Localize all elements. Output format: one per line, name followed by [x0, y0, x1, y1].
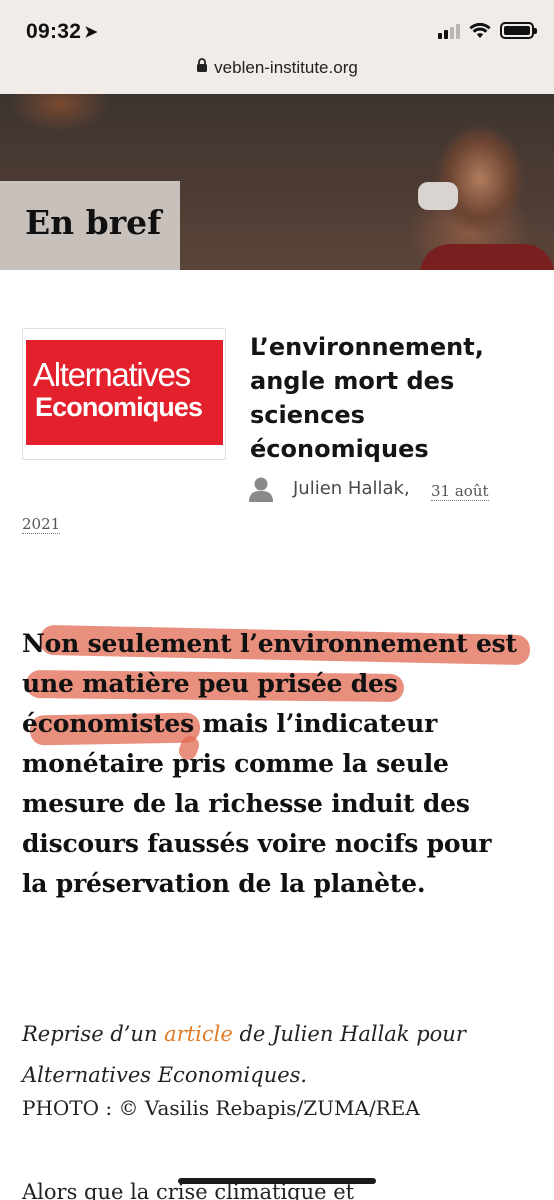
lead-line: monétaire pris comme la seule: [22, 749, 449, 778]
publish-date-year: 2021: [22, 515, 61, 534]
url-bar[interactable]: veblen-institute.org: [0, 58, 554, 78]
url-text: veblen-institute.org: [214, 58, 358, 77]
lead-line: la préservation de la planète.: [22, 869, 426, 898]
lock-icon: [197, 58, 208, 72]
lead-line: discours faussés voire nocifs pour: [22, 829, 492, 858]
logo-line-1: Alternatives: [33, 356, 191, 393]
article-thumbnail[interactable]: Alternatives Economiques: [22, 328, 226, 460]
author-name[interactable]: Julien Hallak,: [293, 478, 410, 499]
credit-prefix: Reprise d’un: [22, 1022, 165, 1046]
title-line: L’environnement,: [250, 333, 484, 361]
lead-line: une matière peu prisée des: [22, 669, 398, 698]
title-line: sciences: [250, 401, 365, 429]
status-icons: [438, 22, 537, 39]
hero-label: En bref: [25, 203, 162, 242]
credit-line-1: Reprise d’un article de Julien Hallak po…: [22, 1014, 542, 1055]
user-icon: [249, 477, 273, 502]
battery-icon: [500, 22, 537, 39]
home-indicator[interactable]: [178, 1178, 376, 1184]
publish-date-day: 31 août: [431, 482, 489, 501]
title-line: angle mort des: [250, 367, 455, 395]
hero-photo-shirt: [420, 244, 554, 270]
photo-credit: PHOTO : © Vasilis Rebapis/ZUMA/REA: [22, 1096, 420, 1120]
reprint-credit: Reprise d’un article de Julien Hallak po…: [22, 1014, 542, 1096]
credit-line-2: Alternatives Economiques.: [22, 1063, 308, 1087]
status-time-text: 09:32: [26, 20, 82, 43]
title-line: économiques: [250, 435, 429, 463]
lead-line: économistes mais l’indicateur: [22, 709, 438, 738]
browser-chrome: 09:32 ➤ veblen-institute.org: [0, 0, 554, 94]
article-link[interactable]: article: [164, 1022, 233, 1046]
hero-banner: En bref: [0, 94, 554, 270]
hero-label-box: En bref: [0, 181, 180, 270]
hero-photo-mask: [418, 182, 458, 210]
status-time: 09:32 ➤: [26, 20, 98, 44]
article-title[interactable]: L’environnement, angle mort des sciences…: [250, 330, 540, 466]
location-arrow-icon: ➤: [84, 24, 98, 41]
cellular-signal-icon: [438, 23, 460, 39]
wifi-icon: [469, 22, 491, 38]
alternatives-economiques-logo: Alternatives Economiques: [26, 340, 223, 445]
credit-suffix: de Julien Hallak pour: [232, 1022, 466, 1046]
lead-paragraph: Non seulement l’environnement est une ma…: [22, 624, 542, 904]
logo-line-2: Economiques: [35, 392, 203, 422]
lead-line: Non seulement l’environnement est: [22, 629, 517, 658]
lead-line: mesure de la richesse induit des: [22, 789, 470, 818]
